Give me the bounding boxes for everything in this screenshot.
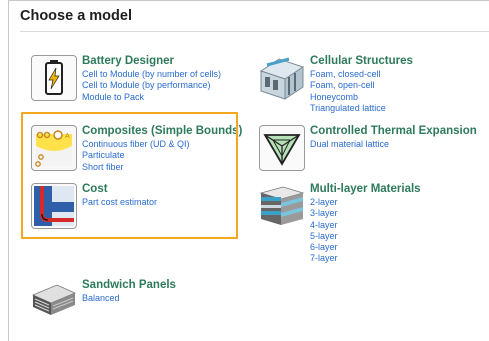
battery-icon[interactable] — [31, 55, 77, 101]
card-title-cost[interactable]: Cost — [82, 183, 157, 196]
multilayer-icon[interactable] — [259, 183, 305, 229]
cellular-structures-icon[interactable] — [259, 55, 305, 101]
link-module-to-pack[interactable]: Module to Pack — [82, 92, 221, 103]
card-title-composites[interactable]: Composites (Simple Bounds) — [82, 125, 242, 138]
title-divider — [20, 31, 489, 32]
composites-icon[interactable]: A — [31, 125, 77, 171]
card-title-sandwich-panels[interactable]: Sandwich Panels — [82, 279, 176, 292]
card-title-multi-layer-materials[interactable]: Multi-layer Materials — [310, 183, 421, 196]
svg-text:A: A — [65, 133, 70, 140]
link-3-layer[interactable]: 3-layer — [310, 208, 421, 219]
model-chooser-panel — [8, 0, 489, 341]
link-5-layer[interactable]: 5-layer — [310, 231, 421, 242]
link-triangulated-lattice[interactable]: Triangulated lattice — [310, 103, 413, 114]
link-4-layer[interactable]: 4-layer — [310, 220, 421, 231]
link-particulate[interactable]: Particulate — [82, 150, 242, 161]
card-title-battery-designer[interactable]: Battery Designer — [82, 55, 221, 68]
page-title: Choose a model — [20, 8, 132, 24]
link-continuous-fiber[interactable]: Continuous fiber (UD & QI) — [82, 139, 242, 150]
link-foam-open-cell[interactable]: Foam, open-cell — [310, 80, 413, 91]
link-balanced[interactable]: Balanced — [82, 293, 176, 304]
thermal-expansion-icon[interactable] — [259, 125, 305, 171]
link-7-layer[interactable]: 7-layer — [310, 253, 421, 264]
link-cell-to-module-by-number[interactable]: Cell to Module (by number of cells) — [82, 69, 221, 80]
link-6-layer[interactable]: 6-layer — [310, 242, 421, 253]
cost-icon[interactable] — [31, 183, 77, 229]
link-honeycomb[interactable]: Honeycomb — [310, 92, 413, 103]
card-title-controlled-thermal-expansion[interactable]: Controlled Thermal Expansion — [310, 125, 477, 138]
link-short-fiber[interactable]: Short fiber — [82, 162, 242, 173]
link-dual-material-lattice[interactable]: Dual material lattice — [310, 139, 477, 150]
sandwich-panel-icon[interactable] — [31, 279, 77, 325]
card-title-cellular-structures[interactable]: Cellular Structures — [310, 55, 413, 68]
link-2-layer[interactable]: 2-layer — [310, 197, 421, 208]
link-part-cost-estimator[interactable]: Part cost estimator — [82, 197, 157, 208]
link-cell-to-module-by-performance[interactable]: Cell to Module (by performance) — [82, 80, 221, 91]
link-foam-closed-cell[interactable]: Foam, closed-cell — [310, 69, 413, 80]
